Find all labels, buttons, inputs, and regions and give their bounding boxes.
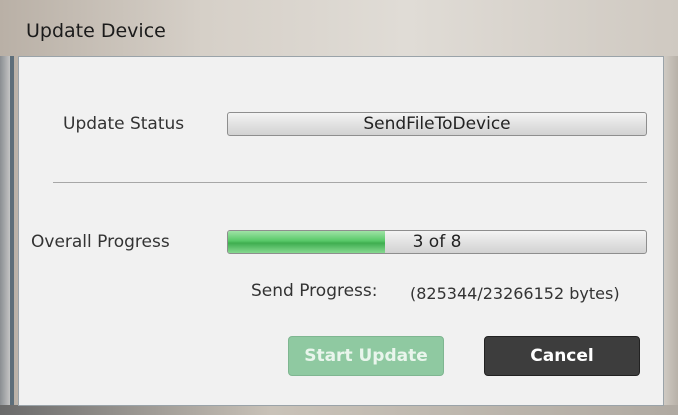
title-bar[interactable]: Update Device: [0, 0, 678, 56]
dialog-window: Update Device Update Status SendFileToDe…: [0, 0, 678, 415]
window-right-border: [664, 56, 678, 415]
overall-progress-label: Overall Progress: [31, 232, 170, 252]
cancel-button[interactable]: Cancel: [484, 336, 640, 376]
overall-progress-bar: 3 of 8: [227, 230, 647, 254]
send-progress-label: Send Progress:: [251, 281, 378, 301]
overall-progress-text: 3 of 8: [412, 232, 462, 252]
update-status-value: SendFileToDevice: [363, 114, 511, 134]
window-title: Update Device: [26, 20, 166, 42]
start-update-button[interactable]: Start Update: [288, 336, 444, 376]
send-progress-value: (825344/23266152 bytes): [410, 284, 620, 303]
update-status-field: SendFileToDevice: [227, 112, 647, 136]
section-divider: [53, 182, 647, 183]
dialog-content: Update Status SendFileToDevice Overall P…: [18, 56, 664, 406]
window-left-border: [0, 56, 14, 415]
window-bottom-border: [0, 405, 678, 415]
update-status-label: Update Status: [63, 114, 185, 134]
